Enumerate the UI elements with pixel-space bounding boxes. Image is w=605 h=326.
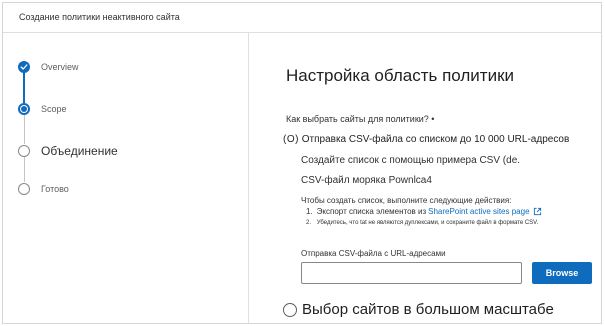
instruction-step-1: 1. Экспорт списка элементов из SharePoin…: [306, 207, 542, 216]
step-merge[interactable]: Объединение: [18, 144, 118, 158]
upload-field-label: Отправка CSV-файла с URL-адресами: [301, 249, 446, 258]
window-title: Создание политики неактивного сайта: [19, 12, 180, 22]
create-list-text: Создайте список с помощью примера CSV (d…: [301, 155, 521, 166]
instruction-step-2: 2. Убедитесь, что tat не являются дуплек…: [306, 220, 538, 226]
step-pending-node: [18, 145, 30, 157]
dialog-window: Создание политики неактивного сайта Over…: [2, 2, 602, 324]
step-label-scope: Scope: [41, 104, 67, 114]
step-number: 2.: [306, 220, 312, 226]
sample-csv-link[interactable]: CSV-файл моряка Pownlca4: [301, 175, 432, 186]
step-label-done: Готово: [41, 184, 69, 194]
main-panel: Настройка область политики Как выбрать с…: [250, 33, 601, 323]
step-done-node: [18, 61, 30, 73]
wizard-steps-sidebar: Overview Scope Объединение Готово: [3, 33, 249, 323]
step-pending-node: [18, 183, 30, 195]
step-number: 1.: [306, 207, 313, 216]
browse-button[interactable]: Browse: [532, 262, 592, 284]
radio-option-csv[interactable]: (O) Отправка CSV-файла со списком до 10 …: [283, 134, 569, 145]
step-current-node: [18, 103, 30, 115]
radio-selected-mark[interactable]: (O): [283, 134, 299, 145]
instruction-text: Убедитесь, что tat не являются дуплексам…: [316, 220, 539, 226]
step-overview[interactable]: Overview: [18, 61, 79, 73]
instructions-intro: Чтобы создать список, выполните следующи…: [301, 196, 512, 205]
external-link-icon[interactable]: [533, 207, 542, 216]
instruction-text: Экспорт списка элементов из: [316, 207, 427, 216]
active-sites-link[interactable]: SharePoint active sites page: [428, 207, 529, 216]
csv-file-input[interactable]: [301, 262, 522, 284]
step-connector-pending: [23, 155, 25, 182]
step-done[interactable]: Готово: [18, 183, 69, 195]
radio-option-bulk[interactable]: Выбор сайтов в большом масштабе: [283, 301, 554, 318]
radio-label-bulk: Выбор сайтов в большом масштабе: [302, 301, 554, 318]
step-scope[interactable]: Scope: [18, 103, 67, 115]
checkmark-icon: [20, 64, 28, 70]
title-bar: Создание политики неактивного сайта: [3, 3, 601, 33]
scope-question: Как выбрать сайты для политики? •: [286, 114, 435, 124]
step-label-overview: Overview: [41, 62, 79, 72]
radio-label-csv: Отправка CSV-файла со списком до 10 000 …: [301, 134, 570, 145]
radio-button[interactable]: [283, 302, 297, 317]
step-connector-pending: [23, 113, 25, 144]
page-title: Настройка область политики: [286, 66, 514, 85]
step-label-merge: Объединение: [41, 144, 118, 158]
